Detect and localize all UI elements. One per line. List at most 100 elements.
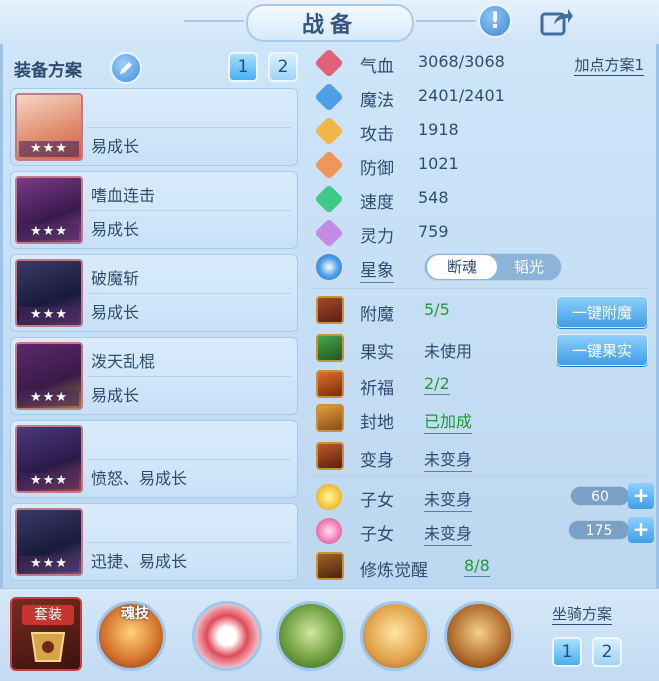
- stat-value: 2401/2401: [418, 86, 505, 105]
- enhance-awaken: 修炼觉醒 8/8: [314, 552, 644, 582]
- divider: [87, 210, 291, 211]
- stat-label: 灵力: [360, 227, 394, 247]
- stat-label: 子女: [360, 525, 394, 545]
- soul-skill-button[interactable]: 魂技: [96, 601, 166, 671]
- stat-value: 5/5: [424, 300, 450, 319]
- heart-icon: [314, 48, 344, 78]
- stat-label: 子女: [360, 491, 394, 511]
- mount-scheme-label: 坐骑方案: [552, 605, 613, 625]
- equipment-slot-4[interactable]: ★★★ 泼天乱棍 易成长: [10, 337, 298, 415]
- stat-mp: 魔法 2401/2401: [314, 82, 644, 112]
- child-2-add-button[interactable]: +: [628, 517, 654, 543]
- enhance-blessing: 祈福 2/2: [314, 370, 644, 400]
- skill-blade-icon[interactable]: [444, 601, 514, 671]
- diamond-icon: [314, 82, 344, 112]
- stat-label: 魔法: [360, 91, 394, 111]
- star-sign-icon: [316, 254, 342, 280]
- divider: [87, 293, 291, 294]
- stat-value[interactable]: 已加成: [424, 408, 473, 434]
- mount-scheme-tab-1[interactable]: 1: [552, 637, 582, 667]
- attributes-panel: 加点方案1 气血 3068/3068 魔法 2401/2401 攻击 1918 …: [306, 44, 654, 586]
- equipment-scheme-row: 装备方案 1 2: [14, 52, 300, 84]
- child-1-add-button[interactable]: +: [628, 483, 654, 509]
- star-sign-toggle[interactable]: 断魂 韬光: [424, 253, 562, 281]
- divider: [87, 459, 291, 460]
- lightning-icon: [314, 184, 344, 214]
- exclamation-icon[interactable]: !: [478, 4, 512, 38]
- stat-label: 封地: [360, 413, 394, 433]
- stat-value: 未使用: [424, 342, 473, 361]
- equipment-scheme-tab-2[interactable]: 2: [268, 52, 298, 82]
- equipment-thumb: ★★★: [15, 93, 83, 161]
- meditation-icon: [316, 552, 344, 580]
- equipment-name: 泼天乱棍: [91, 352, 156, 371]
- equipment-slot-5[interactable]: ★★★ 愤怒、易成长: [10, 420, 298, 498]
- set-label: 套装: [22, 605, 74, 625]
- toggle-option-inactive[interactable]: 韬光: [499, 255, 559, 279]
- equipment-trait: 易成长: [91, 303, 140, 322]
- equipment-thumb: ★★★: [15, 425, 83, 493]
- stat-spirit: 灵力 759: [314, 218, 644, 248]
- pencil-icon[interactable]: [110, 52, 142, 84]
- divider: [314, 476, 646, 477]
- star-rating: ★★★: [19, 556, 79, 572]
- mount-scheme-tab-2[interactable]: 2: [592, 637, 622, 667]
- stat-def: 防御 1021: [314, 150, 644, 180]
- equipment-thumb: ★★★: [15, 342, 83, 410]
- gate-icon: [316, 404, 344, 432]
- enhance-child-1: 子女 未变身 60 +: [314, 482, 654, 512]
- star-rating: ★★★: [19, 307, 79, 323]
- divider: [87, 376, 291, 377]
- stat-value: 759: [418, 222, 449, 241]
- child-progress-bar: 175: [568, 520, 630, 540]
- divider: [87, 127, 291, 128]
- stat-label: 果实: [360, 343, 394, 363]
- stat-label: 气血: [360, 57, 394, 77]
- stat-value: 3068/3068: [418, 52, 505, 71]
- share-arrow-icon[interactable]: [540, 4, 574, 38]
- equipment-trait: 易成长: [91, 386, 140, 405]
- equipment-name: 嗜血连击: [91, 186, 156, 205]
- one-click-fruit-button[interactable]: 一键果实: [556, 334, 648, 366]
- enhance-transform: 变身 未变身: [314, 442, 644, 472]
- stat-value: 1021: [418, 154, 459, 173]
- stat-value[interactable]: 2/2: [424, 374, 450, 395]
- stat-atk: 攻击 1918: [314, 116, 644, 146]
- equipment-scheme-tab-1[interactable]: 1: [228, 52, 258, 82]
- equipment-name: 破魔斩: [91, 269, 140, 288]
- stat-value[interactable]: 8/8: [464, 556, 490, 577]
- enchant-icon: [316, 296, 344, 324]
- star-rating: ★★★: [19, 473, 79, 489]
- equipment-trait: 易成长: [91, 220, 140, 239]
- spirit-icon: [314, 218, 344, 248]
- lotus-child-icon: [316, 518, 342, 544]
- skill-fist-icon[interactable]: [360, 601, 430, 671]
- divider: [314, 288, 646, 289]
- equipment-trait: 易成长: [91, 137, 140, 156]
- equipment-thumb: ★★★: [15, 259, 83, 327]
- toggle-option-active[interactable]: 断魂: [427, 255, 497, 279]
- equipment-set-button[interactable]: 套装: [10, 597, 82, 671]
- equipment-slot-3[interactable]: ★★★ 破魔斩 易成长: [10, 254, 298, 332]
- skill-spiral-icon[interactable]: [192, 601, 262, 671]
- one-click-enchant-button[interactable]: 一键附魔: [556, 296, 648, 328]
- equipment-panel: 装备方案 1 2 ★★★ 易成长 ★★★ 嗜血连击 易成长 ★★★ 破魔斩 易成…: [6, 44, 302, 586]
- stat-value[interactable]: 未变身: [424, 446, 473, 472]
- equipment-thumb: ★★★: [15, 508, 83, 576]
- child-progress-bar: 60: [570, 486, 630, 506]
- equipment-slot-1[interactable]: ★★★ 易成长: [10, 88, 298, 166]
- stat-label: 攻击: [360, 125, 394, 145]
- stat-value[interactable]: 未变身: [424, 520, 473, 546]
- blessing-icon: [316, 370, 344, 398]
- stat-label: 附魔: [360, 305, 394, 325]
- stat-label: 变身: [360, 451, 394, 471]
- sword-icon: [314, 116, 344, 146]
- equipment-slot-2[interactable]: ★★★ 嗜血连击 易成长: [10, 171, 298, 249]
- skill-leaf-icon[interactable]: [276, 601, 346, 671]
- page-title: 战备: [184, 4, 476, 42]
- stat-label[interactable]: 星象: [360, 256, 394, 283]
- stat-value[interactable]: 未变身: [424, 486, 473, 512]
- fruit-icon: [316, 334, 344, 362]
- star-rating: ★★★: [19, 224, 79, 240]
- equipment-slot-6[interactable]: ★★★ 迅捷、易成长: [10, 503, 298, 581]
